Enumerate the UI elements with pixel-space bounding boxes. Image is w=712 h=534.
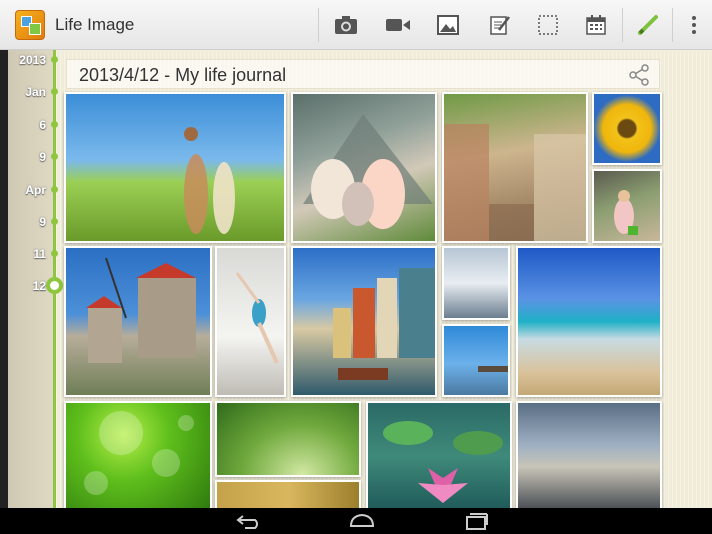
dancer-photo[interactable] [215, 246, 286, 397]
calendar-icon[interactable] [578, 7, 614, 43]
home-icon[interactable] [342, 510, 382, 532]
video-camera-icon[interactable] [380, 7, 416, 43]
agave-plant-photo[interactable] [215, 401, 361, 477]
windmills-photo[interactable] [64, 246, 212, 397]
timeline-current-marker[interactable] [46, 277, 63, 294]
snow-forest-photo[interactable] [442, 246, 510, 320]
lotus-flower-photo[interactable] [366, 401, 512, 508]
action-bar: Life Image [0, 0, 712, 50]
village-street-photo[interactable] [442, 92, 588, 243]
autumn-leaves-photo[interactable] [215, 480, 361, 508]
harbor-photo[interactable] [291, 246, 437, 397]
pen-icon[interactable] [630, 7, 666, 43]
timeline-label[interactable]: 9 [8, 215, 46, 229]
back-icon[interactable] [230, 510, 270, 532]
rocky-shore-photo[interactable] [516, 401, 662, 508]
toolbar-divider [672, 8, 673, 42]
pier-photo[interactable] [442, 324, 510, 397]
timeline-dot[interactable] [51, 88, 58, 95]
timeline-label[interactable]: 9 [8, 150, 46, 164]
family-field-photo[interactable] [64, 92, 286, 243]
screen-edge [0, 50, 8, 508]
timeline[interactable]: 2013 Jan 6 9 Apr 9 11 12 [8, 50, 63, 508]
overflow-menu-icon[interactable] [676, 7, 712, 43]
sunflower-photo[interactable] [592, 92, 662, 165]
timeline-label[interactable]: 2013 [8, 53, 46, 67]
timeline-dot[interactable] [51, 56, 58, 63]
timeline-label[interactable]: Jan [8, 85, 46, 99]
timeline-dot[interactable] [51, 121, 58, 128]
camera-icon[interactable] [328, 7, 364, 43]
app-title: Life Image [55, 15, 135, 34]
image-icon[interactable] [430, 7, 466, 43]
select-frame-icon[interactable] [530, 7, 566, 43]
timeline-label[interactable]: 11 [8, 247, 46, 261]
timeline-dot[interactable] [51, 218, 58, 225]
water-drops-leaf-photo[interactable] [64, 401, 212, 508]
timeline-label[interactable]: Apr [8, 183, 46, 197]
toolbar-divider [318, 8, 319, 42]
journal-header: 2013/4/12 - My life journal [66, 59, 660, 89]
system-nav-bar [0, 508, 712, 534]
family-tent-photo[interactable] [291, 92, 437, 243]
timeline-dot[interactable] [51, 250, 58, 257]
timeline-label[interactable]: 6 [8, 118, 46, 132]
share-icon[interactable] [627, 63, 651, 87]
journal-content: 2013 Jan 6 9 Apr 9 11 12 2013/4/12 - My … [8, 50, 712, 508]
edit-note-icon[interactable] [482, 7, 518, 43]
timeline-dot[interactable] [51, 186, 58, 193]
toolbar-divider [622, 8, 623, 42]
app-photo-icon[interactable] [15, 10, 45, 40]
journal-title: 2013/4/12 - My life journal [79, 65, 287, 85]
recents-icon[interactable] [456, 510, 496, 532]
timeline-label-current[interactable]: 12 [8, 279, 46, 293]
timeline-dot[interactable] [51, 153, 58, 160]
child-garden-photo[interactable] [592, 169, 662, 243]
beach-waves-photo[interactable] [516, 246, 662, 397]
